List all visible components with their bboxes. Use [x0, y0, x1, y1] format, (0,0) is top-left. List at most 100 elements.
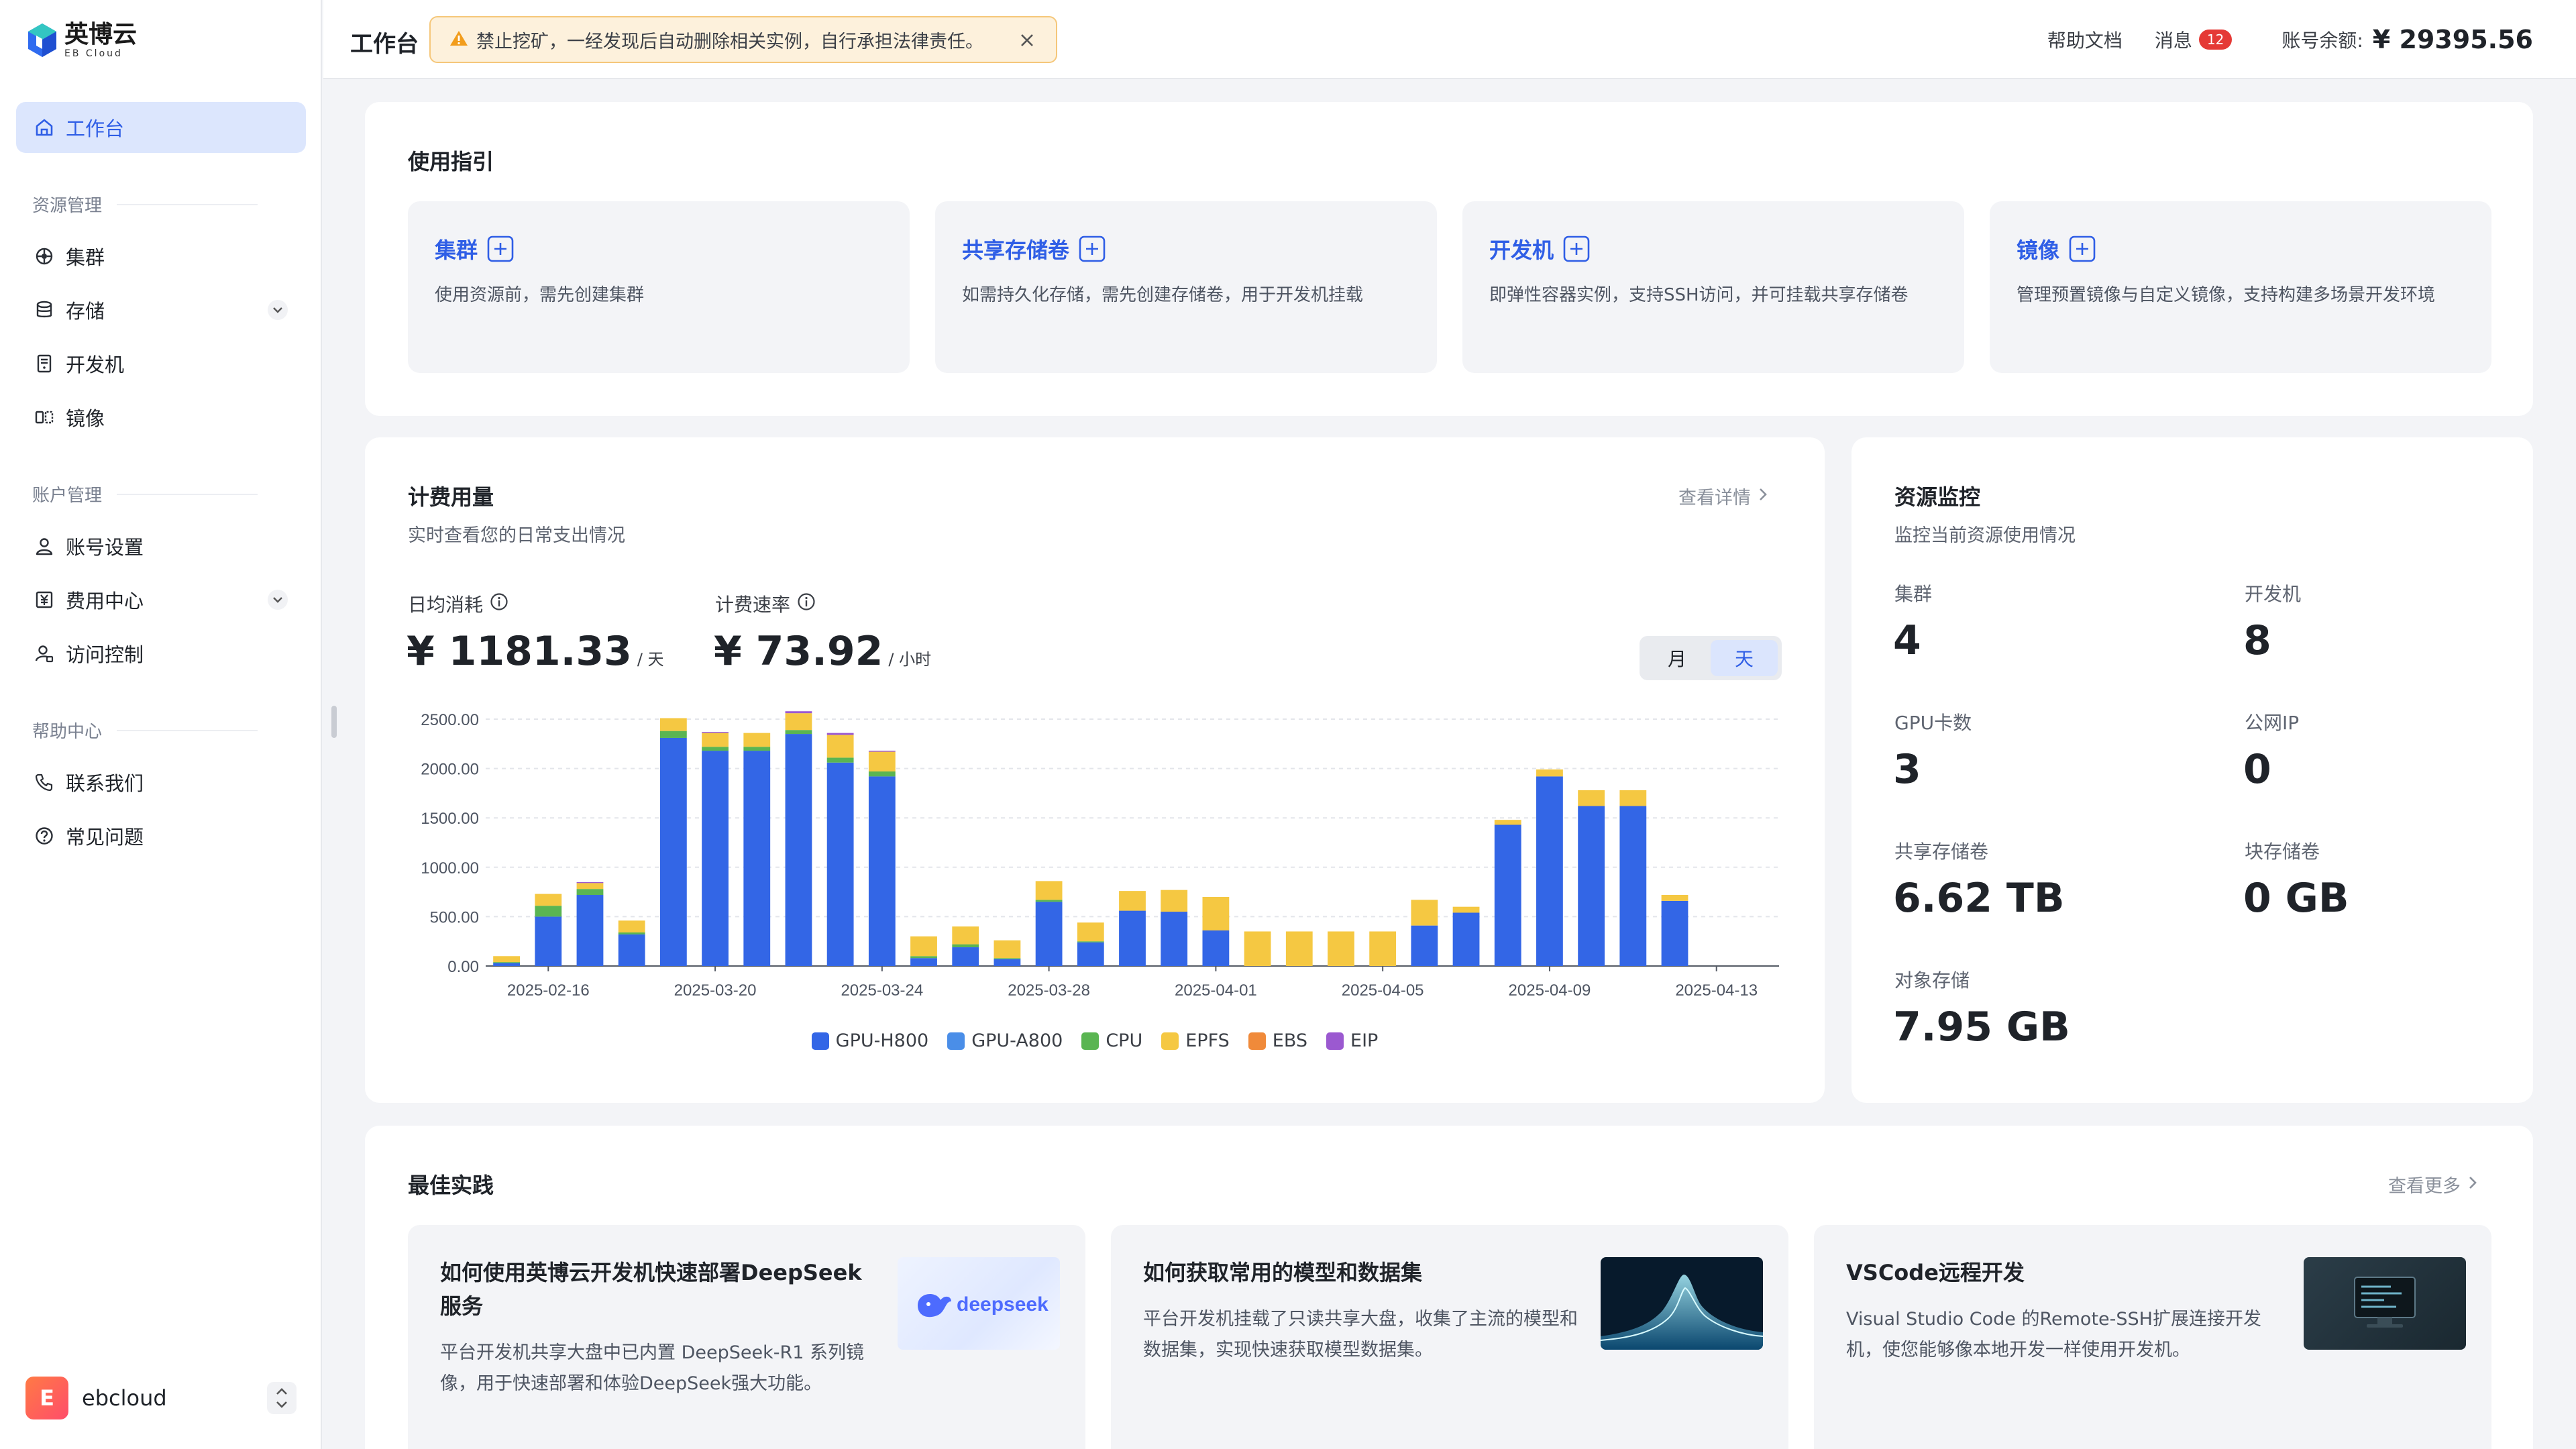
bar-segment[interactable]	[785, 730, 812, 735]
bar-segment[interactable]	[702, 732, 729, 733]
monitor-value-devmachine[interactable]: 8	[2243, 617, 2271, 664]
bar-segment[interactable]	[785, 734, 812, 966]
bar-segment[interactable]	[1244, 931, 1271, 966]
bar-segment[interactable]	[659, 731, 687, 738]
bar-segment[interactable]	[1161, 890, 1188, 912]
bar-segment[interactable]	[576, 883, 604, 890]
bar-segment[interactable]	[743, 733, 771, 747]
sidebar-item-contact[interactable]: 联系我们	[16, 757, 306, 808]
plus-icon[interactable]	[1563, 235, 1590, 262]
legend-item-gpu-h800[interactable]: GPU-H800	[811, 1030, 928, 1051]
guide-tile-image[interactable]: 镜像 管理预置镜像与自定义镜像，支持构建多场景开发环境	[1990, 201, 2491, 373]
sidebar-item-storage[interactable]: 存储	[16, 284, 306, 335]
bar-segment[interactable]	[1161, 912, 1188, 966]
bar-segment[interactable]	[1619, 790, 1647, 806]
bar-segment[interactable]	[659, 718, 687, 731]
practice-card-models-datasets[interactable]: 如何获取常用的模型和数据集 平台开发机挂载了只读共享大盘，收集了主流的模型和数据…	[1111, 1225, 1788, 1449]
bar-segment[interactable]	[576, 895, 604, 966]
bar-segment[interactable]	[702, 751, 729, 966]
bar-segment[interactable]	[1536, 776, 1563, 966]
bar-segment[interactable]	[994, 958, 1021, 959]
bar-segment[interactable]	[493, 962, 520, 963]
bar-segment[interactable]	[1452, 912, 1480, 966]
chevron-down-icon[interactable]	[267, 589, 288, 610]
sidebar-item-workbench[interactable]: 工作台	[16, 102, 306, 153]
plus-icon[interactable]	[1079, 235, 1106, 262]
bar-segment[interactable]	[994, 959, 1021, 966]
close-icon[interactable]	[1018, 32, 1036, 49]
bar-segment[interactable]	[868, 776, 896, 966]
guide-tile-devmachine[interactable]: 开发机 即弹性容器实例，支持SSH访问，并可挂载共享存储卷	[1462, 201, 1964, 373]
bar-segment[interactable]	[1494, 824, 1521, 966]
bar-segment[interactable]	[1035, 881, 1063, 900]
bar-segment[interactable]	[785, 713, 812, 731]
bar-segment[interactable]	[868, 751, 896, 772]
bar-segment[interactable]	[659, 737, 687, 966]
legend-item-ebs[interactable]: EBS	[1248, 1030, 1307, 1051]
bar-segment[interactable]	[1285, 931, 1313, 966]
sidebar-item-account-settings[interactable]: 账号设置	[16, 521, 306, 572]
bar-segment[interactable]	[1077, 922, 1104, 942]
bar-segment[interactable]	[1035, 902, 1063, 966]
help-docs-link[interactable]: 帮助文档	[2047, 26, 2123, 53]
bar-segment[interactable]	[1202, 896, 1230, 931]
bar-segment[interactable]	[1411, 900, 1438, 926]
brand-logo[interactable]: 英博云 EB Cloud	[27, 19, 137, 62]
bar-segment[interactable]	[826, 757, 854, 763]
bar-segment[interactable]	[535, 916, 562, 966]
bar-segment[interactable]	[785, 711, 812, 714]
sidebar-item-devmachine[interactable]: 开发机	[16, 338, 306, 389]
monitor-value-block-volume[interactable]: 0 GB	[2243, 875, 2349, 922]
bar-segment[interactable]	[952, 947, 979, 966]
sidebar-item-billing-center[interactable]: 费用中心	[16, 574, 306, 625]
bar-segment[interactable]	[1536, 769, 1563, 777]
bar-segment[interactable]	[1578, 806, 1605, 966]
legend-item-cpu[interactable]: CPU	[1081, 1030, 1142, 1051]
monitor-value-gpu[interactable]: 3	[1893, 746, 1921, 793]
sidebar-item-access-control[interactable]: 访问控制	[16, 628, 306, 679]
bar-segment[interactable]	[910, 956, 937, 959]
bar-segment[interactable]	[952, 926, 979, 945]
bar-segment[interactable]	[535, 894, 562, 906]
practice-card-vscode[interactable]: VSCode远程开发 Visual Studio Code 的Remote-SS…	[1814, 1225, 2491, 1449]
bar-segment[interactable]	[1077, 942, 1104, 966]
bar-segment[interactable]	[910, 936, 937, 957]
bar-segment[interactable]	[826, 733, 854, 735]
monitor-value-object-storage[interactable]: 7.95 GB	[1893, 1004, 2070, 1051]
bar-segment[interactable]	[702, 733, 729, 747]
bar-segment[interactable]	[1578, 790, 1605, 806]
bar-segment[interactable]	[1661, 895, 1688, 901]
monitor-value-cluster[interactable]: 4	[1893, 617, 1921, 664]
bar-segment[interactable]	[826, 735, 854, 758]
user-account[interactable]: E ebcloud	[25, 1377, 167, 1419]
chevron-down-icon[interactable]	[267, 299, 288, 321]
bar-segment[interactable]	[535, 906, 562, 917]
bar-segment[interactable]	[1369, 931, 1397, 966]
bar-segment[interactable]	[1202, 930, 1230, 966]
sidebar-item-cluster[interactable]: 集群	[16, 231, 306, 282]
bar-segment[interactable]	[702, 747, 729, 751]
bar-segment[interactable]	[910, 958, 937, 966]
bar-segment[interactable]	[743, 747, 771, 751]
bar-segment[interactable]	[1035, 900, 1063, 902]
bar-segment[interactable]	[826, 762, 854, 966]
guide-tile-shared-volume[interactable]: 共享存储卷 如需持久化存储，需先创建存储卷，用于开发机挂载	[935, 201, 1437, 373]
legend-item-epfs[interactable]: EPFS	[1161, 1030, 1230, 1051]
bar-segment[interactable]	[1411, 925, 1438, 966]
bar-segment[interactable]	[1452, 906, 1480, 913]
bar-segment[interactable]	[1494, 820, 1521, 825]
bar-segment[interactable]	[1077, 941, 1104, 943]
bar-segment[interactable]	[576, 889, 604, 896]
legend-item-eip[interactable]: EIP	[1326, 1030, 1378, 1051]
legend-item-gpu-a800[interactable]: GPU-A800	[947, 1030, 1063, 1051]
bar-segment[interactable]	[618, 934, 645, 966]
bar-segment[interactable]	[1619, 806, 1647, 966]
monitor-value-shared-volume[interactable]: 6.62 TB	[1893, 875, 2065, 922]
bar-segment[interactable]	[1328, 931, 1354, 966]
bar-segment[interactable]	[493, 956, 520, 963]
sidebar-collapse-handle[interactable]	[331, 706, 337, 738]
plus-icon[interactable]	[487, 235, 514, 262]
bar-segment[interactable]	[868, 771, 896, 777]
plus-icon[interactable]	[2069, 235, 2096, 262]
bar-segment[interactable]	[1661, 900, 1688, 966]
